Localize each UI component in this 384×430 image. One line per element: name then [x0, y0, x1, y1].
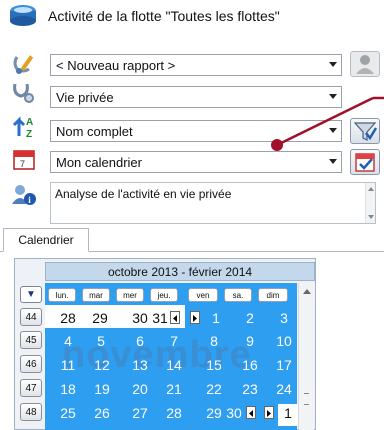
weekday-saturday: sa.: [224, 288, 252, 302]
calendar-day[interactable]: 1: [204, 310, 228, 326]
chevron-down-icon: [329, 62, 337, 67]
report-settings-button[interactable]: [350, 51, 380, 77]
calendar-day[interactable]: 15: [202, 357, 226, 373]
calendar-day[interactable]: 22: [202, 381, 226, 397]
app-icon: [8, 3, 38, 27]
calendar-day[interactable]: 29: [88, 310, 112, 326]
week-number[interactable]: 46: [20, 355, 42, 373]
arrow-right-icon: [267, 410, 271, 417]
weekday-friday: ven: [188, 288, 218, 302]
calendar-day[interactable]: 26: [90, 405, 114, 421]
calendar-day[interactable]: 2: [238, 310, 262, 326]
weekday-wednesday: mer: [116, 288, 144, 302]
stethoscope-icon: [10, 79, 38, 105]
report-pencil-icon: [10, 52, 38, 78]
calendar-day[interactable]: 11: [56, 357, 80, 373]
scroll-grip-icon: [304, 393, 309, 405]
grey-person-icon: [356, 55, 374, 74]
users-info-icon: i: [10, 182, 38, 208]
calendar-range-header: octobre 2013 - février 2014: [45, 262, 315, 281]
calendar-day[interactable]: 31: [148, 310, 172, 326]
arrow-right-icon: [193, 315, 197, 322]
calendar-select-value: Mon calendrier: [56, 154, 142, 170]
weekday-monday: lun.: [48, 288, 76, 302]
week-number[interactable]: 45: [20, 331, 42, 349]
calendar-day[interactable]: 24: [272, 381, 296, 397]
calendar-day[interactable]: 16: [238, 357, 262, 373]
arrow-left-icon: [173, 315, 177, 322]
next-month-button-2[interactable]: [264, 406, 274, 419]
description-box[interactable]: Analyse de l'activité en vie privée: [50, 182, 376, 224]
calendar-day[interactable]: 9: [238, 333, 262, 349]
calendar-icon: 7: [10, 146, 38, 172]
prev-month-button-2[interactable]: [246, 406, 256, 419]
calendar-day[interactable]: 7: [162, 333, 186, 349]
calendar-day[interactable]: 5: [89, 333, 113, 349]
svg-text:A: A: [26, 117, 33, 128]
window-title: Activité de la flotte "Toutes les flotte…: [48, 8, 280, 24]
arrow-left-icon: [249, 410, 253, 417]
calendar-day[interactable]: 18: [56, 381, 80, 397]
calendar-day[interactable]: 4: [56, 333, 80, 349]
calendar-day[interactable]: 3: [272, 310, 296, 326]
calendar-day[interactable]: 27: [128, 405, 152, 421]
calendar-scrollbar[interactable]: [298, 283, 314, 430]
scroll-up-icon: [303, 289, 311, 294]
collapse-button[interactable]: ▼: [20, 286, 42, 303]
calendar-day[interactable]: 20: [128, 381, 152, 397]
description-text: Analyse de l'activité en vie privée: [55, 187, 232, 201]
week-number[interactable]: 47: [20, 379, 42, 397]
description-scrollbar[interactable]: [365, 183, 375, 223]
next-month-button[interactable]: [190, 311, 200, 324]
calendar-day[interactable]: 21: [162, 381, 186, 397]
calendar-day[interactable]: 14: [162, 357, 186, 373]
calendar-day[interactable]: 23: [238, 381, 262, 397]
sort-select-value: Nom complet: [56, 123, 133, 139]
calendar-select[interactable]: Mon calendrier: [50, 151, 342, 173]
calendar-day[interactable]: 8: [202, 333, 226, 349]
weekday-thursday: jeu.: [150, 288, 178, 302]
weekday-sunday: dim: [258, 288, 288, 302]
calendar-day[interactable]: 13: [128, 357, 152, 373]
calendar-day[interactable]: 1: [278, 405, 298, 421]
sort-az-icon: AZ: [10, 114, 38, 140]
calendar-day[interactable]: 19: [90, 381, 114, 397]
tab-calendrier-label: Calendrier: [18, 233, 74, 247]
calendar-day[interactable]: 12: [90, 357, 114, 373]
annotation-pointer: [271, 96, 384, 151]
privacy-select-value: Vie privée: [56, 89, 114, 105]
svg-text:Z: Z: [26, 129, 32, 140]
calendar-range-title: octobre 2013 - février 2014: [107, 264, 253, 279]
report-select-value: < Nouveau rapport >: [56, 57, 176, 73]
calendar-day[interactable]: 25: [56, 405, 80, 421]
weekday-tuesday: mar: [82, 288, 110, 302]
calendar-day[interactable]: 30: [222, 405, 246, 421]
svg-text:7: 7: [20, 159, 25, 169]
prev-month-button[interactable]: [170, 311, 180, 324]
report-select[interactable]: < Nouveau rapport >: [50, 54, 342, 76]
collapse-icon: ▼: [26, 289, 36, 300]
calendar-day[interactable]: 17: [272, 357, 296, 373]
week-number[interactable]: 44: [20, 308, 42, 326]
calendar-day[interactable]: 10: [272, 333, 296, 349]
calendar-day[interactable]: 28: [56, 310, 80, 326]
tab-calendrier[interactable]: Calendrier: [3, 228, 89, 252]
chevron-down-icon: [329, 159, 337, 164]
calendar-day[interactable]: 28: [162, 405, 186, 421]
calendar-day[interactable]: 6: [128, 333, 152, 349]
week-number[interactable]: 48: [20, 403, 42, 421]
